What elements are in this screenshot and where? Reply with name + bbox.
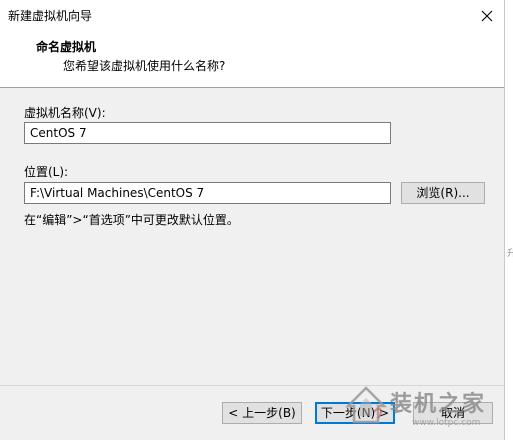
watermark-url: www.lotpc.com <box>412 418 481 428</box>
window-title: 新建虚拟机向导 <box>8 9 93 23</box>
location-label: 位置(L): <box>24 165 69 179</box>
new-vm-wizard-dialog: 新建虚拟机向导 命名虚拟机 您希望该虚拟机使用什么名称? 虚拟机名称(V): C… <box>0 0 505 440</box>
edge-text: 升 <box>507 249 513 259</box>
watermark-text: 装机之家 <box>390 391 487 417</box>
vm-name-label: 虚拟机名称(V): <box>24 106 106 120</box>
browse-button[interactable]: 浏览(R)... <box>401 182 485 204</box>
house-logo-icon <box>344 386 388 424</box>
title-bar: 新建虚拟机向导 <box>0 0 504 31</box>
close-icon <box>481 10 493 21</box>
location-input[interactable]: F:\Virtual Machines\CentOS 7 <box>24 182 391 204</box>
back-button[interactable]: < 上一步(B) <box>222 402 302 424</box>
page-subtitle: 您希望该虚拟机使用什么名称? <box>63 59 226 73</box>
location-hint: 在“编辑”>“首选项”中可更改默认位置。 <box>24 213 239 227</box>
vm-name-input[interactable]: CentOS 7 <box>24 122 391 144</box>
watermark: 装机之家 www.lotpc.com <box>342 380 512 438</box>
close-button[interactable] <box>470 0 504 31</box>
page-title: 命名虚拟机 <box>36 40 97 54</box>
wizard-header: 命名虚拟机 您希望该虚拟机使用什么名称? <box>0 31 504 88</box>
